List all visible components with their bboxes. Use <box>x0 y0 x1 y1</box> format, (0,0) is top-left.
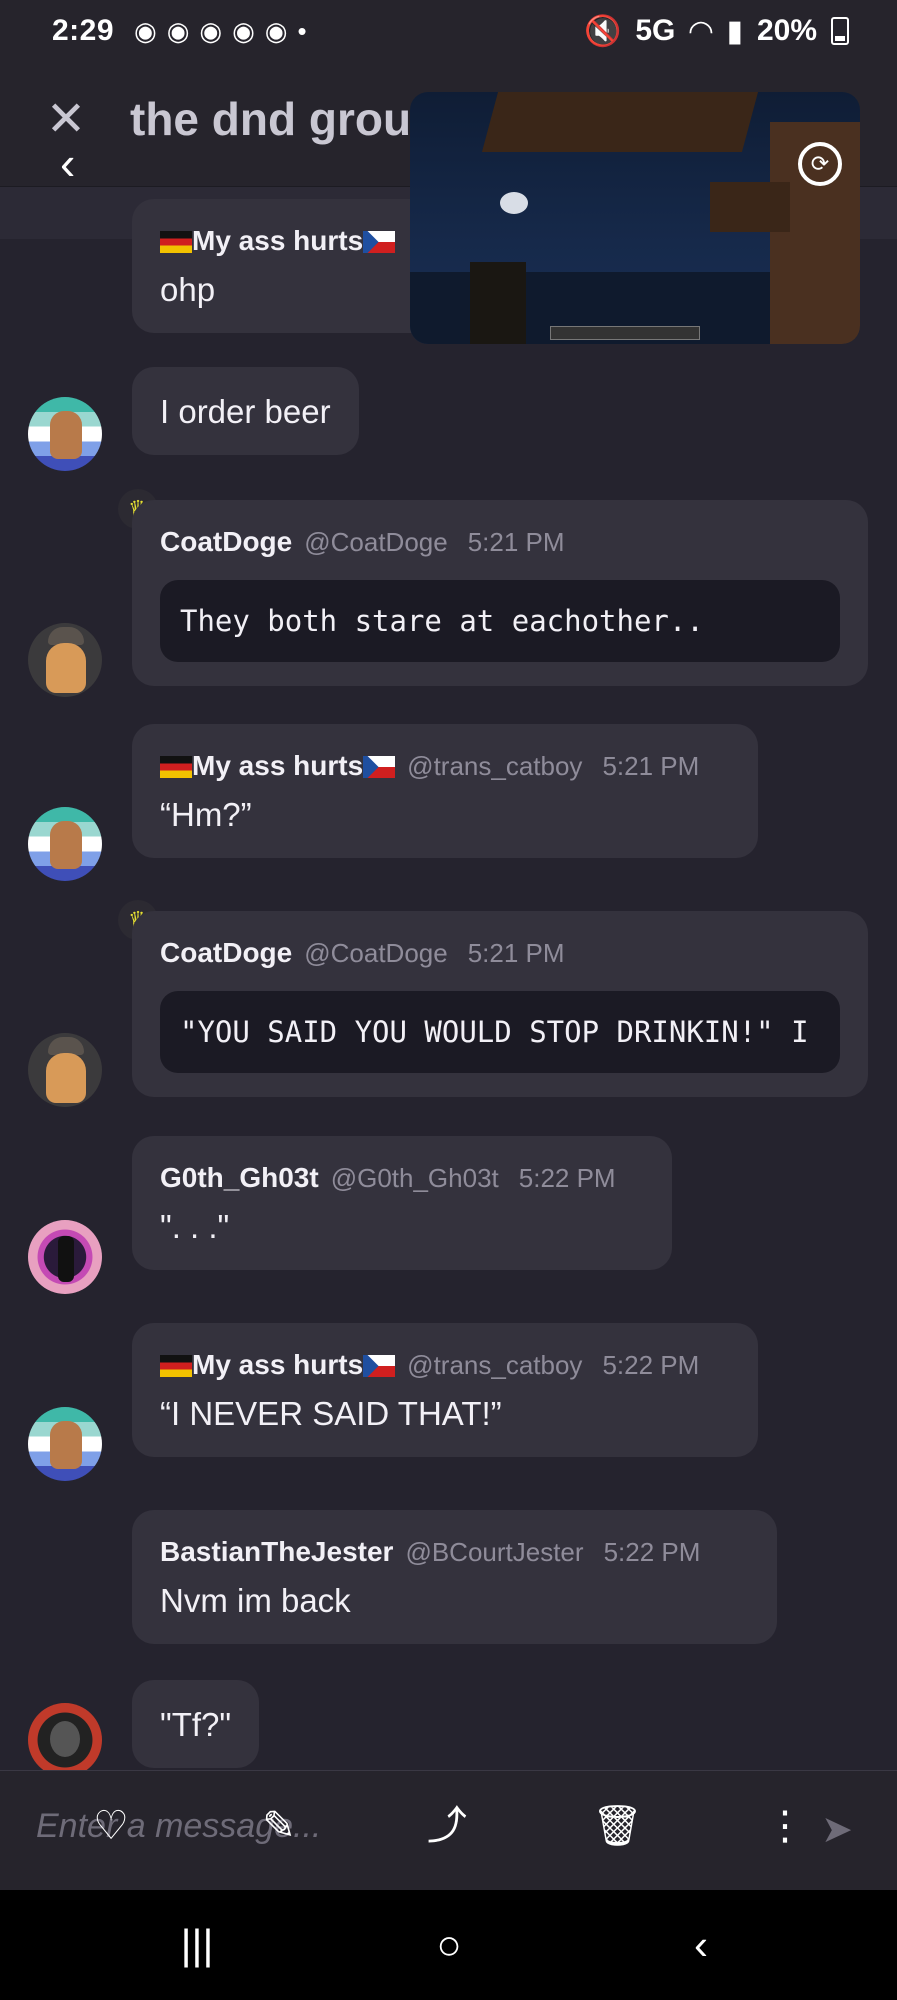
discord-icon: ◉ <box>264 15 288 46</box>
message-time: 5:22 PM <box>603 1537 701 1567</box>
dot-icon: • <box>297 15 307 46</box>
message-bubble[interactable]: BastianTheJester @BCourtJester 5:22 PM N… <box>132 1510 777 1644</box>
message-time: 5:21 PM <box>467 938 565 968</box>
message-handle: @G0th_Gh03t <box>330 1163 499 1193</box>
message-text: “Hm?” <box>160 796 252 833</box>
message-handle: @trans_catboy <box>407 1350 583 1380</box>
mute-icon: 🔇 <box>583 14 622 48</box>
message-handle: @CoatDoge <box>304 527 448 557</box>
message-time: 5:22 PM <box>602 1350 700 1380</box>
pip-moon <box>500 192 528 214</box>
system-navbar: ||| ○ ‹ <box>0 1890 897 2000</box>
message-meta: My ass hurts @trans_catboy 5:21 PM <box>160 750 730 782</box>
message-handle: @BCourtJester <box>405 1537 584 1567</box>
close-icon[interactable]: ✕ <box>44 96 88 144</box>
message-handle: @CoatDoge <box>304 938 448 968</box>
avatar[interactable] <box>28 807 102 881</box>
czech-flag-icon <box>363 231 396 253</box>
message-text: Nvm im back <box>160 1582 351 1619</box>
more-icon[interactable]: ⋮ <box>760 1801 810 1851</box>
message-text: "Tf?" <box>160 1706 232 1743</box>
status-time: 2:29 <box>52 14 115 47</box>
discord-icon: ◉ <box>166 15 190 46</box>
send-icon[interactable]: ➤ <box>821 1807 853 1852</box>
germany-flag-icon <box>160 756 192 778</box>
message-meta: CoatDoge @CoatDoge 5:21 PM <box>160 526 840 558</box>
message-meta: CoatDoge @CoatDoge 5:21 PM <box>160 937 840 969</box>
message-author: My ass hurts <box>160 1349 396 1381</box>
message-author: BastianTheJester <box>160 1536 394 1567</box>
message-meta: G0th_Gh03t @G0th_Gh03t 5:22 PM <box>160 1162 644 1194</box>
discord-icon: ◉ <box>199 15 223 46</box>
czech-flag-icon <box>363 1355 396 1377</box>
message-code-block: They both stare at eachother.. <box>160 580 840 662</box>
message-composer: Enter a message... ♡ ✎ ⤴ 🗑 ⋮ ➤ <box>0 1770 897 1890</box>
chat-title: the dnd group <box>130 93 440 145</box>
message-author: My ass hurts <box>160 225 396 257</box>
germany-flag-icon <box>160 1355 192 1377</box>
signal-icon: ▮ <box>726 14 743 48</box>
message-author: G0th_Gh03t <box>160 1162 319 1193</box>
message-handle: @trans_catboy <box>407 751 583 781</box>
share-icon[interactable]: ⤴ <box>422 1801 472 1851</box>
discord-icon: ◉ <box>232 15 255 46</box>
pip-hotbar <box>550 326 700 340</box>
message-bubble[interactable]: My ass hurts @trans_catboy 5:22 PM “I NE… <box>132 1323 758 1457</box>
message-time: 5:21 PM <box>467 527 565 557</box>
message-bubble[interactable]: "Tf?" <box>132 1680 260 1768</box>
recents-icon[interactable]: ||| <box>172 1920 222 1970</box>
message-bubble[interactable]: My ass hurts @trans_catboy 5:21 PM “Hm?” <box>132 724 758 858</box>
message-bubble[interactable]: G0th_Gh03t @G0th_Gh03t 5:22 PM ". . ." <box>132 1136 672 1270</box>
chat-messages[interactable]: My ass hurts ohp I order beer ♛ CoatDoge… <box>0 187 897 1770</box>
avatar[interactable] <box>28 1220 102 1294</box>
back-nav-icon[interactable]: ‹ <box>676 1920 726 1970</box>
trash-icon[interactable]: 🗑 <box>592 1801 643 1851</box>
pip-wood-beam <box>710 182 790 232</box>
status-bar: 2:29 ◉ ◉ ◉ ◉ ◉ • 🔇 5G ◠ ▮ 20% <box>0 0 897 62</box>
home-icon[interactable]: ○ <box>424 1920 474 1970</box>
germany-flag-icon <box>160 231 192 253</box>
message-bubble[interactable]: CoatDoge @CoatDoge 5:21 PM "YOU SAID YOU… <box>132 911 868 1097</box>
avatar[interactable] <box>28 1407 102 1481</box>
network-label: 5G <box>635 14 676 47</box>
pip-video-window[interactable]: ⟳ <box>410 92 860 344</box>
message-code-block: "YOU SAID YOU WOULD STOP DRINKIN!" I <box>160 991 840 1073</box>
message-bubble[interactable]: I order beer <box>132 367 359 455</box>
pip-block <box>470 262 526 344</box>
message-author: CoatDoge <box>160 937 293 968</box>
wifi-icon: ◠ <box>689 14 713 48</box>
avatar[interactable] <box>28 1033 102 1107</box>
heart-icon[interactable]: ♡ <box>86 1801 136 1851</box>
avatar[interactable] <box>28 397 102 471</box>
message-bubble[interactable]: CoatDoge @CoatDoge 5:21 PM They both sta… <box>132 500 868 686</box>
pencil-icon[interactable]: ✎ <box>254 1801 304 1851</box>
notification-icons: ◉ ◉ ◉ ◉ ◉ • <box>134 16 307 47</box>
avatar[interactable] <box>28 623 102 697</box>
battery-label: 20% <box>756 14 817 47</box>
message-meta: BastianTheJester @BCourtJester 5:22 PM <box>160 1536 749 1568</box>
avatar[interactable] <box>28 1703 102 1770</box>
message-text: “I NEVER SAID THAT!” <box>160 1395 502 1432</box>
message-time: 5:21 PM <box>602 751 700 781</box>
message-author: My ass hurts <box>160 750 396 782</box>
message-text: I order beer <box>160 393 331 430</box>
pip-wood-structure <box>481 92 759 152</box>
battery-icon <box>831 17 849 45</box>
message-meta: My ass hurts @trans_catboy 5:22 PM <box>160 1349 730 1381</box>
czech-flag-icon <box>363 756 396 778</box>
status-right: 🔇 5G ◠ ▮ 20% <box>584 14 849 49</box>
discord-icon: ◉ <box>134 15 157 46</box>
back-icon[interactable]: ‹ <box>60 140 75 186</box>
message-text: ". . ." <box>160 1208 230 1245</box>
message-time: 5:22 PM <box>518 1163 616 1193</box>
message-author: CoatDoge <box>160 526 293 557</box>
rotate-icon[interactable]: ⟳ <box>798 142 842 186</box>
